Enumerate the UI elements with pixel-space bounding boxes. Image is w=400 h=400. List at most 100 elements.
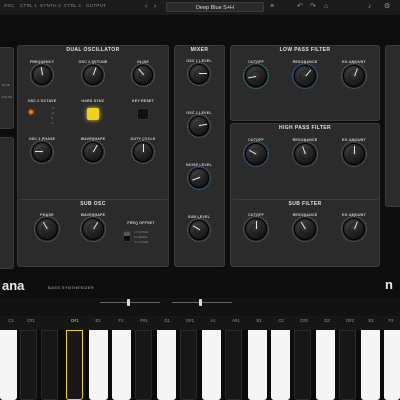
note-label: C1 [8, 318, 14, 323]
offset-opt-2[interactable]: 2 LINKED [134, 235, 147, 239]
osc2-octave-label: OSC 2 OCTAVE [27, 99, 57, 103]
synth-chassis: BLUE PULSE DUAL OSCILLATOR FREQUENCY OSC… [0, 15, 400, 298]
high-pass-filter-panel: HIGH PASS FILTER CUTOFF RESONANCE EG AMO… [230, 123, 380, 207]
keyboard-scroll-thumb[interactable] [127, 299, 130, 306]
piano-key-white[interactable] [0, 330, 17, 400]
piano-key-black[interactable] [294, 330, 311, 400]
osc2-phase-knob[interactable] [30, 140, 54, 164]
key-reset-button[interactable] [137, 108, 149, 120]
redo-icon[interactable]: ↷ [310, 2, 316, 12]
sub-waveshape-knob[interactable] [80, 216, 106, 242]
sub-osc-panel: SUB OSC PHASE WAVESHAPE FREQ OFFSET 1 OC… [17, 199, 169, 267]
piano-key-white[interactable] [248, 330, 267, 400]
duty-cycle-knob[interactable] [131, 140, 155, 164]
tab-output[interactable]: OUTPUT [86, 3, 106, 8]
list-icon[interactable]: ≡ [270, 2, 274, 12]
piano-key-black-selected[interactable] [66, 330, 83, 400]
keyboard-control-strip [0, 298, 400, 316]
brand-subtitle: BASS SYNTHESIZER [48, 285, 95, 290]
piano-key-white[interactable] [112, 330, 131, 400]
note-label: C#2 [300, 318, 308, 323]
hard-sync-label: HARD SYNC [81, 99, 105, 103]
octave-opt-plus1[interactable]: +1 [51, 111, 54, 115]
piano-key-white[interactable] [316, 330, 335, 400]
offset-opt-3[interactable]: 3 OCTAVE [134, 240, 148, 244]
tab-ctrl-2[interactable]: CTRL 2 [64, 3, 81, 8]
waveshape-knob-group: WAVESHAPE [75, 137, 111, 164]
piano-key-black[interactable] [180, 330, 197, 400]
keyboard-zoom-thumb[interactable] [199, 299, 202, 306]
note-label: F1 [118, 318, 124, 323]
sub-cutoff-knob[interactable] [243, 216, 269, 242]
note-label: A1 [210, 318, 216, 323]
osc1-level-knob[interactable] [187, 62, 211, 86]
piano-key-black[interactable] [339, 330, 356, 400]
sub-resonance-knob-group: RESONANCE [287, 213, 323, 242]
note-label: D#2 [346, 318, 354, 323]
piano-key-white[interactable] [271, 330, 290, 400]
undo-icon[interactable]: ↶ [297, 2, 303, 12]
piano-key-white[interactable] [89, 330, 108, 400]
save-icon[interactable]: ⌂ [324, 2, 328, 12]
midi-icon[interactable]: ♪ [368, 2, 372, 12]
sub-phase-knob[interactable] [34, 216, 60, 242]
keyboard-zoom-track[interactable] [172, 302, 232, 303]
dual-oscillator-panel: DUAL OSCILLATOR FREQUENCY OSC 2 DETUNE G… [17, 45, 169, 207]
lpf-resonance-knob[interactable] [292, 63, 318, 89]
piano-key-black[interactable] [20, 330, 37, 400]
note-label: E1 [95, 318, 101, 323]
hpf-cutoff-knob-group: CUTOFF [238, 138, 274, 167]
tab-ctrl-1[interactable]: CTRL 1 [20, 3, 37, 8]
octave-opt-minus1[interactable]: -1 [51, 121, 54, 125]
next-preset-icon[interactable]: › [154, 2, 156, 12]
piano-key-black[interactable] [225, 330, 242, 400]
glide-knob-group: GLIDE [125, 60, 161, 87]
sub-resonance-knob[interactable] [292, 216, 318, 242]
lpf-cutoff-knob[interactable] [243, 63, 269, 89]
piano-key-white[interactable] [202, 330, 221, 400]
offset-opt-1[interactable]: 1 OCTAVE [134, 230, 148, 234]
piano-key-white[interactable] [361, 330, 380, 400]
glide-knob[interactable] [131, 63, 155, 87]
hpf-eg-amount-knob[interactable] [341, 141, 367, 167]
preset-selector[interactable]: Deep Blue S+H [166, 2, 264, 12]
octave-opt-0[interactable]: 0 [51, 116, 53, 120]
freq-offset-switch[interactable] [123, 231, 131, 242]
tab-synth-2[interactable]: SYNTH 2 [40, 3, 61, 8]
lpf-title: LOW PASS FILTER [279, 47, 331, 53]
right-panel [385, 45, 400, 207]
hard-sync-button[interactable] [87, 108, 99, 120]
duty-cycle-knob-group: DUTY CYCLE [125, 137, 161, 164]
waveshape-knob[interactable] [81, 140, 105, 164]
piano-key-white[interactable] [157, 330, 176, 400]
piano-keyboard [0, 330, 400, 400]
keyboard-scroll-track[interactable] [100, 302, 160, 303]
piano-key-black[interactable] [135, 330, 152, 400]
hpf-cutoff-knob[interactable] [243, 141, 269, 167]
osc2-level-knob[interactable] [187, 114, 211, 138]
piano-key-black[interactable] [41, 330, 58, 400]
osc2-phase-knob-group: OSC 2 PHASE [24, 137, 60, 164]
sub-cutoff-knob-group: CUTOFF [238, 213, 274, 242]
lpf-eg-amount-knob[interactable] [341, 63, 367, 89]
frequency-knob-group: FREQUENCY [24, 60, 60, 87]
sub-level-knob[interactable] [187, 218, 211, 242]
sub-filter-title: SUB FILTER [288, 201, 322, 207]
note-label: F2 [388, 318, 394, 323]
osc2-detune-knob[interactable] [81, 63, 105, 87]
top-toolbar: OSC CTRL 1 SYNTH 2 CTRL 2 OUTPUT ‹ › Dee… [0, 0, 400, 16]
gear-icon[interactable]: ⚙ [384, 2, 390, 12]
note-labels-row: C1 C#1 D#1 E1 F1 F#1 G1 G#1 A1 A#1 B1 C2… [0, 316, 400, 330]
note-label: F#1 [140, 318, 148, 323]
tab-osc[interactable]: OSC [4, 3, 15, 8]
sub-eg-amount-knob[interactable] [341, 216, 367, 242]
piano-key-white[interactable] [384, 330, 400, 400]
frequency-knob[interactable] [30, 63, 54, 87]
note-label: G1 [164, 318, 170, 323]
lpf-cutoff-knob-group: CUTOFF [238, 60, 274, 89]
noise-level-knob[interactable] [187, 166, 211, 190]
sub-osc-title: SUB OSC [80, 201, 106, 207]
hpf-resonance-knob[interactable] [292, 141, 318, 167]
prev-preset-icon[interactable]: ‹ [145, 2, 147, 12]
octave-opt-plus2[interactable]: +2 [51, 106, 54, 110]
